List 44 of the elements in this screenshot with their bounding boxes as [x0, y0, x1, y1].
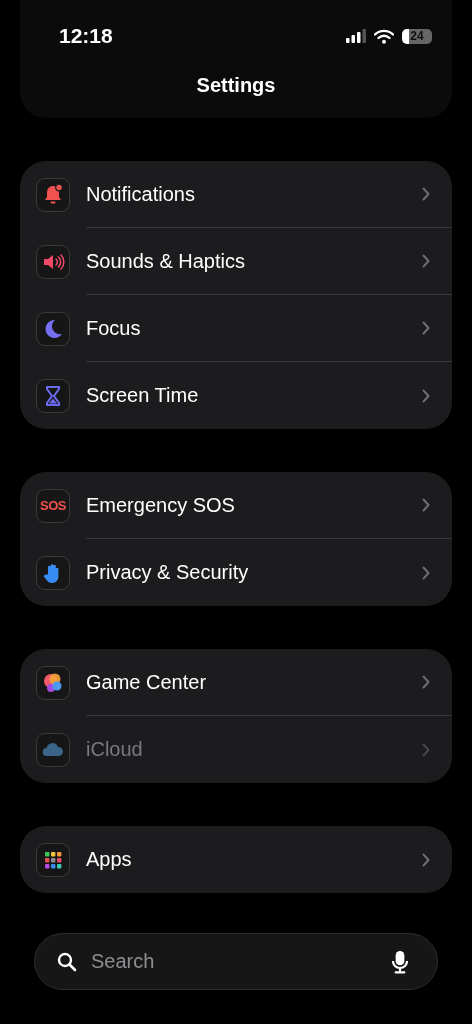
row-label: Focus [86, 316, 142, 340]
row-label: Screen Time [86, 384, 200, 407]
bubbles-icon [36, 665, 70, 700]
settings-row[interactable]: Privacy & Security [20, 539, 452, 606]
settings-row[interactable]: iCloud [20, 716, 452, 783]
row-label: iCloud [86, 738, 144, 761]
chevron-icon [422, 565, 430, 580]
settings-row[interactable]: Sounds & Haptics [20, 228, 452, 295]
moon-icon [36, 311, 70, 346]
search-icon [57, 951, 77, 972]
row-label: Privacy & Security [86, 561, 250, 584]
row-label: Notifications [86, 182, 196, 206]
row-label: Emergency SOS [86, 493, 236, 517]
page-title: Settings [195, 74, 277, 97]
chevron-icon [422, 498, 430, 512]
hand-icon [36, 555, 70, 590]
row-label: Apps [86, 848, 133, 871]
settings-row[interactable]: Focus [20, 295, 452, 362]
hourglass-icon [36, 378, 70, 413]
chevron-icon [422, 388, 430, 403]
chevron-icon [422, 742, 430, 757]
search-field[interactable]: Search [89, 949, 391, 974]
chevron-icon [422, 852, 430, 867]
settings-row[interactable]: Game Center [20, 649, 452, 716]
search-bar[interactable]: Search [34, 933, 438, 990]
chevron-icon [422, 187, 430, 201]
status-time: 12:18 [59, 24, 113, 48]
chevron-icon [422, 675, 430, 689]
cloud-icon [36, 732, 70, 767]
speaker-icon [36, 244, 70, 279]
settings-row[interactable]: Screen Time [20, 362, 452, 429]
chevron-icon [422, 321, 430, 335]
settings-row[interactable]: SOS Emergency SOS [20, 472, 452, 539]
row-label: Game Center [86, 670, 208, 694]
bell-icon [36, 177, 70, 212]
microphone-icon[interactable] [391, 949, 409, 974]
settings-row[interactable]: Notifications [20, 161, 452, 228]
row-label: Sounds & Haptics [86, 249, 246, 273]
wifi-icon [374, 28, 394, 44]
grid-icon [36, 842, 70, 877]
sos-icon: SOS [36, 488, 70, 523]
chevron-icon [422, 254, 430, 268]
settings-row[interactable]: Apps [20, 826, 452, 893]
signal-icon [346, 29, 366, 43]
